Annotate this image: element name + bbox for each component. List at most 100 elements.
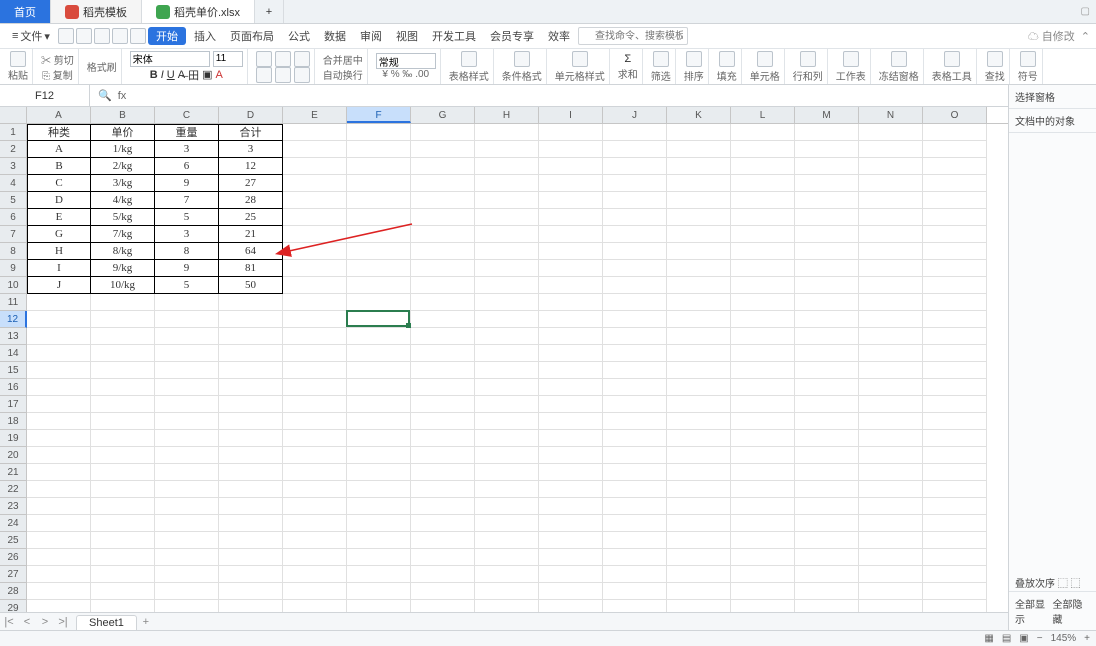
cell[interactable]: [475, 515, 539, 532]
cell[interactable]: [91, 498, 155, 515]
cell[interactable]: [155, 464, 219, 481]
cell[interactable]: [283, 209, 347, 226]
bold-button[interactable]: B: [150, 69, 158, 81]
cell[interactable]: [411, 583, 475, 600]
cell[interactable]: I: [27, 260, 91, 277]
cell[interactable]: [731, 345, 795, 362]
cell[interactable]: [347, 175, 411, 192]
align-top-icon[interactable]: [256, 51, 272, 67]
cell[interactable]: A: [27, 141, 91, 158]
cell[interactable]: 9: [155, 260, 219, 277]
cell[interactable]: [219, 481, 283, 498]
cell[interactable]: [539, 498, 603, 515]
cell[interactable]: [859, 226, 923, 243]
cell[interactable]: [283, 345, 347, 362]
cell[interactable]: [539, 243, 603, 260]
cell[interactable]: [603, 209, 667, 226]
condfmt-icon[interactable]: [514, 51, 530, 67]
cell[interactable]: 7: [155, 192, 219, 209]
cell[interactable]: [155, 498, 219, 515]
cell[interactable]: [603, 447, 667, 464]
row-header[interactable]: 22: [0, 481, 27, 498]
cell[interactable]: [795, 243, 859, 260]
cell[interactable]: [603, 192, 667, 209]
col-header[interactable]: H: [475, 107, 539, 123]
cell[interactable]: [667, 430, 731, 447]
cell[interactable]: [859, 277, 923, 294]
sheet-prev-icon[interactable]: <: [18, 616, 36, 628]
cell[interactable]: [27, 481, 91, 498]
col-header[interactable]: I: [539, 107, 603, 123]
cell[interactable]: [475, 209, 539, 226]
wrap-button[interactable]: 自动换行: [323, 67, 363, 82]
cell[interactable]: [475, 362, 539, 379]
cell[interactable]: [667, 175, 731, 192]
cell[interactable]: [347, 532, 411, 549]
align-mid-icon[interactable]: [275, 51, 291, 67]
cell[interactable]: [475, 430, 539, 447]
cell[interactable]: [859, 243, 923, 260]
row-header[interactable]: 18: [0, 413, 27, 430]
cell[interactable]: [603, 243, 667, 260]
cell[interactable]: [219, 583, 283, 600]
show-all-button[interactable]: 全部显示: [1015, 596, 1053, 626]
cell[interactable]: [155, 430, 219, 447]
cell[interactable]: [603, 566, 667, 583]
cell[interactable]: [667, 345, 731, 362]
cell[interactable]: [859, 396, 923, 413]
cell[interactable]: [475, 277, 539, 294]
cell[interactable]: [859, 515, 923, 532]
cell[interactable]: [539, 141, 603, 158]
cell[interactable]: [411, 413, 475, 430]
fmtpaint-button[interactable]: 格式刷: [87, 59, 117, 74]
qat-save-icon[interactable]: [58, 28, 74, 44]
cell[interactable]: [859, 413, 923, 430]
align-center-icon[interactable]: [275, 67, 291, 83]
cell[interactable]: [411, 294, 475, 311]
cell[interactable]: [411, 600, 475, 612]
percent-button[interactable]: ¥ % ‰ .00: [382, 69, 429, 80]
cell[interactable]: [667, 192, 731, 209]
cell[interactable]: E: [27, 209, 91, 226]
cell[interactable]: 8: [155, 243, 219, 260]
row-header[interactable]: 21: [0, 464, 27, 481]
paste-icon[interactable]: [10, 51, 26, 67]
cell-icon[interactable]: [757, 51, 773, 67]
cell[interactable]: [283, 294, 347, 311]
findtool-icon[interactable]: [944, 51, 960, 67]
cell[interactable]: [91, 583, 155, 600]
cell[interactable]: [731, 243, 795, 260]
cell[interactable]: [283, 498, 347, 515]
row-header[interactable]: 25: [0, 532, 27, 549]
row-header[interactable]: 8: [0, 243, 27, 260]
cell[interactable]: [347, 600, 411, 612]
row-header[interactable]: 19: [0, 430, 27, 447]
cell[interactable]: [603, 583, 667, 600]
menu-layout[interactable]: 页面布局: [224, 28, 280, 44]
menu-dev[interactable]: 开发工具: [426, 28, 482, 44]
cell[interactable]: [923, 413, 987, 430]
cell[interactable]: [155, 566, 219, 583]
zoom-out-icon[interactable]: −: [1037, 633, 1043, 644]
cell[interactable]: [27, 345, 91, 362]
cell[interactable]: [795, 532, 859, 549]
cell[interactable]: [539, 345, 603, 362]
cell[interactable]: [795, 447, 859, 464]
cell[interactable]: [731, 515, 795, 532]
cell[interactable]: [603, 549, 667, 566]
cell[interactable]: [923, 447, 987, 464]
cell[interactable]: [283, 566, 347, 583]
cell[interactable]: [667, 260, 731, 277]
cell[interactable]: [539, 583, 603, 600]
cell[interactable]: [411, 447, 475, 464]
cell[interactable]: [603, 311, 667, 328]
cell[interactable]: [91, 600, 155, 612]
col-header[interactable]: O: [923, 107, 987, 123]
col-header[interactable]: B: [91, 107, 155, 123]
strike-button[interactable]: A̶: [178, 69, 185, 81]
cell[interactable]: [795, 192, 859, 209]
cell[interactable]: [923, 192, 987, 209]
cell[interactable]: [603, 141, 667, 158]
grid[interactable]: ABCDEFGHIJKLMNO 1种类单价重量合计2A1/kg333B2/kg6…: [0, 107, 1008, 612]
cell[interactable]: [795, 175, 859, 192]
